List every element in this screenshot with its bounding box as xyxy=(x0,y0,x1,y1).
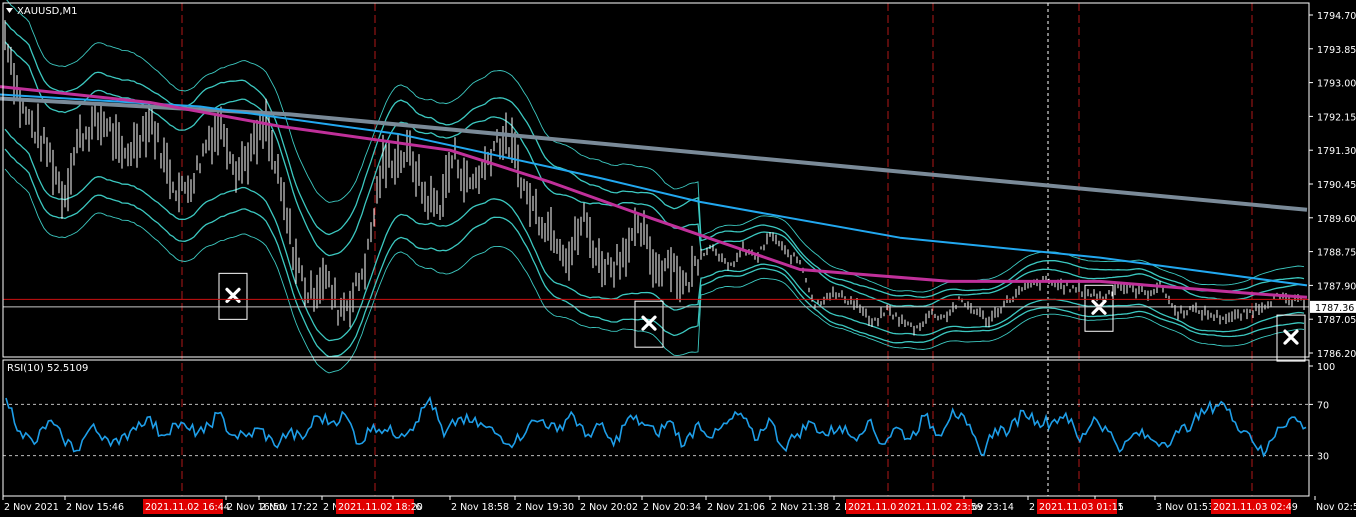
time-tick-label: 2 Nov 19:30 xyxy=(516,502,574,513)
time-badge: 2021.11.03 02:49 xyxy=(1211,499,1298,514)
time-tick-label: 3 Nov 01:53 xyxy=(1156,502,1214,513)
rsi-label: RSI(10) 52.5109 xyxy=(7,363,88,374)
price-tick-label: 1786.20 xyxy=(1317,349,1356,360)
symbol-label: XAUUSD,M1 xyxy=(17,6,78,17)
svg-text:2021.11.0: 2021.11.0 xyxy=(848,502,896,513)
price-tick-label: 1790.45 xyxy=(1317,180,1356,191)
price-tick-label: 1787.05 xyxy=(1317,315,1356,326)
time-badge: 2021.11.02 23:59 xyxy=(896,499,983,514)
rsi-tick-label: 30 xyxy=(1317,452,1329,463)
time-tick-label: 2 Nov 17:22 xyxy=(260,502,318,513)
time-tick-label: 2 Nov 15:46 xyxy=(66,502,124,513)
price-tick-label: 1793.00 xyxy=(1317,79,1356,90)
svg-text:2021.11.03 02:49: 2021.11.03 02:49 xyxy=(1213,502,1298,513)
time-tick-label: 2 Nov 21:38 xyxy=(771,502,829,513)
trading-chart[interactable]: 1794.70 1793.85 1793.00 1792.15 1791.30 1790.… xyxy=(0,0,1356,517)
svg-text:1787.36: 1787.36 xyxy=(1315,303,1354,314)
time-badge: 2021.11.02 18:20 xyxy=(336,499,423,514)
time-tick-label: 2 Nov 20:02 xyxy=(580,502,638,513)
price-tick-label: 1787.90 xyxy=(1317,281,1356,292)
price-tick-label: 1789.60 xyxy=(1317,214,1356,225)
svg-text:2021.11.02 23:59: 2021.11.02 23:59 xyxy=(898,502,983,513)
time-badge: 2021.11.03 01:15 xyxy=(1037,499,1124,514)
svg-text:2021.11.02 18:20: 2021.11.02 18:20 xyxy=(338,502,423,513)
price-tick-label: 1788.75 xyxy=(1317,248,1356,259)
time-badge: 2021.11.0 xyxy=(846,499,896,514)
current-price-tag: 1787.36 xyxy=(1310,300,1356,314)
price-tick-label: 1792.15 xyxy=(1317,112,1356,123)
price-tick-label: 1794.70 xyxy=(1317,11,1356,22)
rsi-tick-label: 70 xyxy=(1317,400,1329,411)
time-tick-label: 2 Nov 20:34 xyxy=(643,502,701,513)
price-tick-label: 1791.30 xyxy=(1317,146,1356,157)
price-tick-label: 1793.85 xyxy=(1317,45,1356,56)
time-tick-label: 2 Nov 21:06 xyxy=(707,502,765,513)
time-tick-label: Nov 02:57 xyxy=(1316,502,1356,513)
time-badge: 2021.11.02 16:44 xyxy=(143,499,230,514)
time-tick-label: 2 Nov 18:58 xyxy=(451,502,509,513)
rsi-tick-label: 100 xyxy=(1317,362,1335,373)
svg-text:2021.11.02 16:44: 2021.11.02 16:44 xyxy=(145,502,230,513)
svg-text:2021.11.03 01:15: 2021.11.03 01:15 xyxy=(1039,502,1124,513)
time-tick-label: 2 Nov 2021 xyxy=(4,502,59,513)
